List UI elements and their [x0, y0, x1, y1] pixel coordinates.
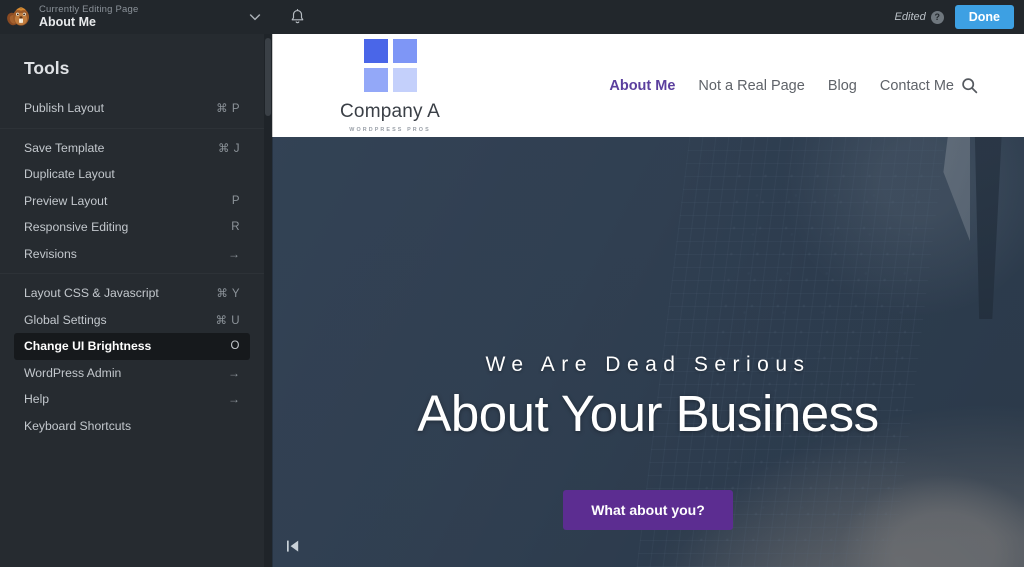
site-navigation: About Me Not a Real Page Blog Contact Me [609, 78, 954, 94]
panel-scrollbar-thumb[interactable] [265, 38, 271, 116]
beaver-builder-editor: Currently Editing Page About Me Edited ? [0, 0, 1024, 567]
menu-item-change-ui-brightness[interactable]: Change UI Brightness O [14, 333, 250, 360]
tools-panel-body: Tools Publish Layout ⌘ P Save Template ⌘ J D… [0, 34, 264, 567]
menu-item-shortcut: R [231, 221, 240, 234]
menu-item-preview-layout[interactable]: Preview Layout P [14, 188, 250, 215]
hero-cta-button[interactable]: What about you? [563, 490, 733, 530]
collapse-panel-icon[interactable] [280, 533, 306, 559]
beaver-mascot-icon [6, 4, 32, 30]
menu-item-label: Preview Layout [24, 193, 108, 208]
menu-item-shortcut: ⌘ J [218, 142, 240, 155]
menu-separator [0, 122, 264, 135]
page-preview-canvas: Company A WORDPRESS PROS About Me Not a R… [272, 34, 1024, 567]
site-header: Company A WORDPRESS PROS About Me Not a R… [272, 34, 1024, 137]
menu-separator [0, 267, 264, 280]
menu-item-responsive-editing[interactable]: Responsive Editing R [14, 214, 250, 241]
nav-link-about-me[interactable]: About Me [609, 78, 675, 94]
menu-item-shortcut: ⌘ Y [216, 288, 240, 301]
currently-editing-dropdown[interactable]: Currently Editing Page About Me [0, 0, 272, 34]
chevron-down-icon[interactable] [248, 10, 262, 24]
menu-item-label: Layout CSS & Javascript [24, 286, 159, 301]
menu-item-label: WordPress Admin [24, 365, 122, 380]
edited-status: Edited [894, 11, 926, 23]
bell-icon[interactable] [280, 0, 314, 34]
menu-item-label: Help [24, 392, 50, 407]
menu-item-layout-css-javascript[interactable]: Layout CSS & Javascript ⌘ Y [14, 280, 250, 307]
menu-item-label: Global Settings [24, 312, 107, 327]
hero-title: About Your Business [417, 385, 879, 442]
nav-link-not-a-real-page[interactable]: Not a Real Page [698, 78, 804, 94]
topbar-actions: Edited ? Done [272, 0, 1024, 34]
panel-title: Tools [24, 58, 70, 78]
menu-item-publish-layout[interactable]: Publish Layout ⌘ P [14, 95, 250, 122]
menu-item-label: Keyboard Shortcuts [24, 418, 132, 433]
panel-scrollbar[interactable] [264, 34, 272, 567]
submenu-arrow-icon: → [228, 365, 240, 380]
editor-topbar: Currently Editing Page About Me Edited ? [0, 0, 1024, 34]
currently-editing-label: Currently Editing Page [39, 4, 139, 15]
hero-subtitle: We Are Dead Serious [485, 353, 811, 376]
menu-item-shortcut: O [230, 340, 240, 353]
submenu-arrow-icon: → [228, 392, 240, 407]
currently-editing-page-name: About Me [39, 14, 96, 29]
nav-link-blog[interactable]: Blog [828, 78, 857, 94]
hero-content: We Are Dead Serious About Your Business … [272, 137, 1024, 567]
hero-section: We Are Dead Serious About Your Business … [272, 137, 1024, 567]
menu-item-label: Duplicate Layout [24, 167, 115, 182]
search-icon[interactable] [961, 77, 978, 94]
submenu-arrow-icon: → [228, 246, 240, 261]
menu-item-label: Revisions [24, 246, 77, 261]
menu-item-label: Responsive Editing [24, 220, 129, 235]
four-squares-logo-icon [363, 38, 417, 92]
menu-item-revisions[interactable]: Revisions → [14, 241, 250, 268]
menu-item-shortcut: ⌘ U [215, 314, 240, 327]
menu-item-label: Change UI Brightness [24, 339, 152, 354]
site-logo-tagline: WORDPRESS PROS [349, 126, 431, 133]
done-button[interactable]: Done [954, 4, 1014, 30]
site-logo[interactable]: Company A WORDPRESS PROS [340, 38, 441, 133]
menu-item-shortcut: ⌘ P [216, 103, 240, 116]
tools-panel: Tools Publish Layout ⌘ P Save Template ⌘ J D… [0, 34, 272, 567]
menu-item-duplicate-layout[interactable]: Duplicate Layout [14, 161, 250, 188]
menu-item-keyboard-shortcuts[interactable]: Keyboard Shortcuts [14, 413, 250, 440]
menu-item-shortcut: P [231, 194, 240, 207]
site-logo-name: Company A [340, 100, 441, 122]
menu-item-help[interactable]: Help → [14, 386, 250, 413]
tools-menu: Publish Layout ⌘ P Save Template ⌘ J Duplica… [0, 95, 264, 439]
menu-item-global-settings[interactable]: Global Settings ⌘ U [14, 307, 250, 334]
menu-item-label: Publish Layout [24, 101, 104, 116]
menu-item-wordpress-admin[interactable]: WordPress Admin → [14, 360, 250, 387]
help-icon[interactable]: ? [930, 10, 944, 24]
menu-item-label: Save Template [24, 140, 105, 155]
menu-item-save-template[interactable]: Save Template ⌘ J [14, 135, 250, 162]
nav-link-contact-me[interactable]: Contact Me [880, 78, 954, 94]
